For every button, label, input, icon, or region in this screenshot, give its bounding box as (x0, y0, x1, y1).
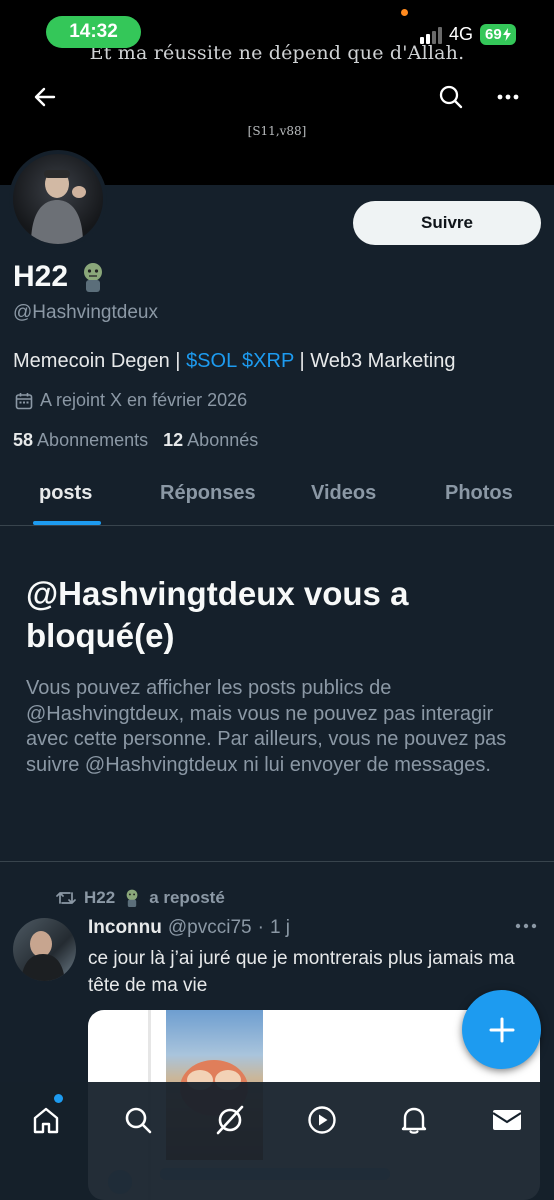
home-notification-dot (54, 1094, 63, 1103)
back-button[interactable] (28, 80, 62, 114)
nav-notifications[interactable] (394, 1100, 434, 1140)
profile-handle: @Hashvingtdeux (13, 302, 158, 323)
plus-icon (489, 1017, 514, 1042)
blocked-message: Vous pouvez afficher les posts publics d… (26, 677, 507, 776)
joined-date: A rejoint X en février 2026 (15, 390, 247, 411)
status-time: 14:32 (46, 16, 141, 48)
mail-icon (492, 1110, 522, 1130)
bell-icon (401, 1107, 427, 1134)
compose-button[interactable] (462, 990, 541, 1069)
blocked-title: @Hashvingtdeux vous a bloqué(e) (26, 575, 409, 654)
avatar-photo (31, 170, 86, 244)
battery-indicator: 69 (480, 24, 516, 45)
active-tab-indicator (33, 521, 101, 525)
bottom-navigation (0, 1082, 554, 1200)
search-icon (125, 1107, 152, 1134)
more-button[interactable] (491, 80, 525, 114)
nav-videos[interactable] (302, 1100, 342, 1140)
cashtag-xrp[interactable]: $XRP (242, 350, 294, 372)
grok-icon (216, 1105, 244, 1135)
nav-home[interactable] (26, 1100, 66, 1140)
nav-search[interactable] (118, 1100, 158, 1140)
profile-avatar[interactable] (9, 150, 107, 248)
following-link[interactable]: 58 Abonnements (13, 430, 148, 451)
repost-label: a reposté (149, 888, 225, 907)
banner-reference: [S11,v88] (247, 124, 307, 138)
tweet-author-name[interactable]: Inconnu (88, 917, 162, 939)
signal-icon (419, 26, 442, 44)
tweet-separator: · (257, 917, 264, 938)
tab-replies[interactable]: Réponses (160, 482, 256, 505)
bio-text: Memecoin Degen | (13, 350, 187, 372)
avatar-photo (21, 931, 65, 981)
followers-link[interactable]: 12 Abonnés (163, 430, 258, 451)
nav-grok[interactable] (210, 1100, 250, 1140)
battery-level: 69 (485, 26, 502, 43)
follow-counts: 58 Abonnements 12 Abonnés (13, 430, 258, 451)
joined-text: A rejoint X en février 2026 (40, 390, 248, 410)
tweet-header: Inconnu @pvcci75 · 1 j (88, 917, 290, 939)
cashtag-sol[interactable]: $SOL (186, 350, 236, 372)
tweet-text: ce jour là j’ai juré que je montrerais p… (88, 948, 515, 996)
arrow-left-icon (34, 87, 56, 107)
underlying-content (160, 1168, 390, 1180)
follow-button[interactable]: Suivre (353, 201, 541, 245)
play-icon (308, 1106, 336, 1134)
tweet-more-button[interactable] (515, 916, 537, 934)
tab-photos[interactable]: Photos (445, 482, 513, 505)
tweet-author-handle[interactable]: @pvcci75 (168, 917, 252, 939)
more-horizontal-icon (515, 923, 537, 929)
zombie-emoji-icon (126, 889, 138, 907)
repost-author[interactable]: H22 (84, 888, 115, 908)
tab-videos[interactable]: Videos (311, 482, 376, 505)
repost-icon (56, 892, 76, 904)
calendar-icon (15, 392, 33, 409)
followers-label: Abonnés (187, 430, 259, 450)
repost-indicator: H22 a reposté (56, 888, 225, 908)
profile-bio: Memecoin Degen | $SOL $XRP | Web3 Market… (13, 350, 455, 373)
zombie-emoji-icon (84, 263, 103, 292)
search-button[interactable] (434, 80, 468, 114)
privacy-indicator-dot (401, 9, 408, 16)
followers-count: 12 (163, 430, 184, 450)
more-horizontal-icon (497, 94, 519, 100)
tweet-author-avatar[interactable] (13, 918, 76, 981)
underlying-content (108, 1170, 132, 1194)
profile-name: H22 (13, 260, 69, 293)
following-count: 58 (13, 430, 34, 450)
tweet-time: 1 j (269, 917, 291, 938)
following-label: Abonnements (37, 430, 149, 450)
search-icon (439, 85, 463, 109)
charging-icon (502, 28, 511, 41)
tab-posts[interactable]: posts (39, 482, 92, 505)
bio-text-end: | Web3 Marketing (293, 350, 456, 372)
profile-tabs: posts Réponses Videos Photos (0, 466, 554, 526)
status-indicators: 4G 69 (419, 24, 516, 45)
section-divider (0, 861, 554, 862)
profile-name-row: H22 (13, 260, 108, 294)
network-type: 4G (448, 24, 473, 44)
nav-messages[interactable] (487, 1100, 527, 1140)
home-icon (33, 1107, 59, 1134)
